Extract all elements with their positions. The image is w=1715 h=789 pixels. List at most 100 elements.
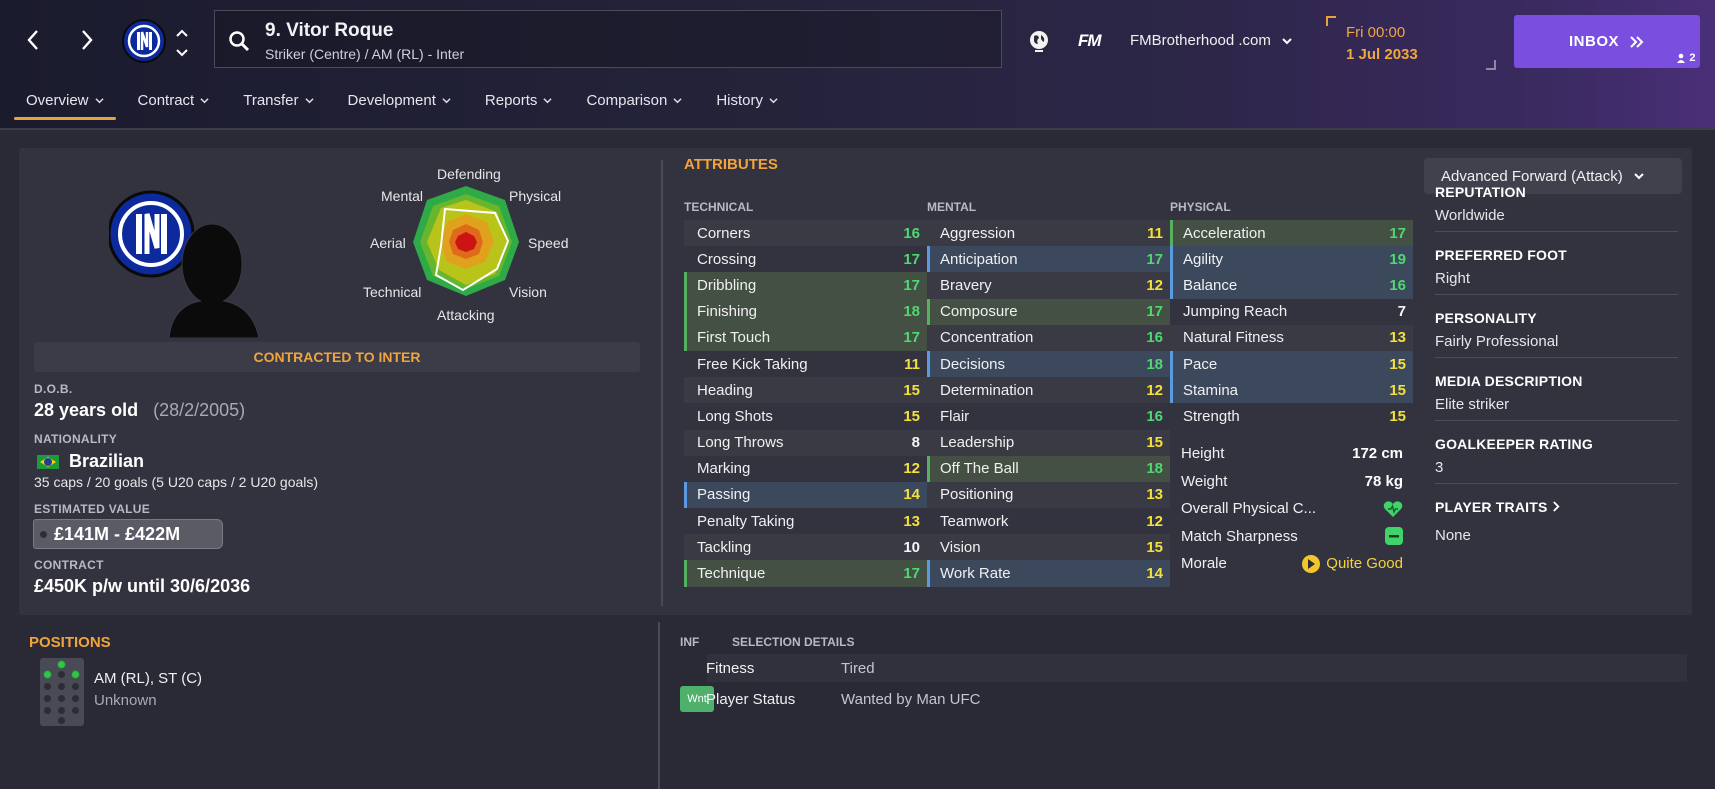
- attribute-name: Decisions: [940, 355, 1006, 373]
- attribute-name: Technique: [697, 565, 766, 583]
- attribute-row-flair[interactable]: Flair 16: [927, 403, 1170, 429]
- date-day: 1 Jul 2033: [1346, 46, 1418, 63]
- attribute-row-finishing[interactable]: Finishing 18: [684, 298, 927, 325]
- attribute-value: 10: [903, 538, 920, 556]
- morale-row[interactable]: Morale Quite Good: [1169, 550, 1412, 578]
- attribute-row-tackling[interactable]: Tackling 10: [684, 534, 927, 560]
- inbox-button[interactable]: INBOX 2: [1514, 15, 1700, 68]
- search-icon[interactable]: [227, 29, 251, 53]
- attribute-value: 15: [1146, 538, 1163, 556]
- attribute-row-off-the-ball[interactable]: Off The Ball 18: [927, 455, 1170, 482]
- profile-dropdown[interactable]: FMBrotherhood .com: [1130, 32, 1293, 49]
- attribute-value: 11: [1147, 224, 1163, 242]
- tab-history[interactable]: History: [704, 86, 790, 120]
- tab-transfer[interactable]: Transfer: [231, 86, 325, 120]
- attribute-row-agility[interactable]: Agility 19: [1170, 246, 1413, 273]
- tab-reports[interactable]: Reports: [473, 86, 565, 120]
- attribute-row-strength[interactable]: Strength 15: [1170, 403, 1413, 429]
- radar-label-physical: Physical: [509, 188, 562, 204]
- player-position: Striker (Centre) / AM (RL) - Inter: [265, 46, 465, 62]
- attribute-row-aggression[interactable]: Aggression 11: [927, 220, 1170, 246]
- player-switch-icon[interactable]: [172, 26, 192, 60]
- chevron-down-icon: [442, 98, 451, 104]
- attribute-value: 15: [1146, 434, 1163, 452]
- attribute-row-long-shots[interactable]: Long Shots 15: [684, 403, 927, 429]
- attribute-value: 12: [903, 460, 920, 478]
- player-status-value: Wanted by Man UFC: [841, 691, 981, 708]
- sharpness-row[interactable]: Match Sharpness: [1169, 523, 1412, 551]
- attribute-radar-chart[interactable]: Defending Physical Speed Vision Attackin…: [359, 162, 609, 332]
- attribute-row-teamwork[interactable]: Teamwork 12: [927, 508, 1170, 534]
- inbox-label: INBOX: [1568, 33, 1619, 50]
- globe-icon[interactable]: [1026, 28, 1052, 54]
- attribute-row-dribbling[interactable]: Dribbling 17: [684, 272, 927, 299]
- attribute-row-positioning[interactable]: Positioning 13: [927, 482, 1170, 508]
- attribute-row-composure[interactable]: Composure 17: [927, 298, 1170, 325]
- tab-development[interactable]: Development: [336, 86, 463, 120]
- attribute-row-stamina[interactable]: Stamina 15: [1170, 377, 1413, 404]
- attribute-row-bravery[interactable]: Bravery 12: [927, 272, 1170, 298]
- attribute-row-first-touch[interactable]: First Touch 17: [684, 324, 927, 351]
- attribute-name: Tackling: [697, 538, 752, 556]
- attribute-row-corners[interactable]: Corners 16: [684, 220, 927, 246]
- attribute-row-long-throws[interactable]: Long Throws 8: [684, 430, 927, 456]
- condition-row[interactable]: Overall Physical C...: [1169, 495, 1412, 523]
- attribute-value: 17: [1146, 250, 1163, 268]
- tab-comparison[interactable]: Comparison: [574, 86, 694, 120]
- attribute-row-technique[interactable]: Technique 17: [684, 560, 927, 587]
- position-pitch-icon[interactable]: [40, 658, 84, 726]
- nationality-value[interactable]: Brazilian: [37, 451, 144, 472]
- reputation-block: REPUTATION Worldwide: [1435, 184, 1678, 232]
- radar-label-mental: Mental: [381, 188, 424, 204]
- attribute-row-determination[interactable]: Determination 12: [927, 377, 1170, 403]
- attribute-row-vision[interactable]: Vision 15: [927, 534, 1170, 560]
- attribute-row-work-rate[interactable]: Work Rate 14: [927, 560, 1170, 587]
- attribute-name: Pace: [1183, 355, 1218, 373]
- brazil-flag-icon: [37, 455, 59, 470]
- attribute-row-heading[interactable]: Heading 15: [684, 377, 927, 403]
- player-traits-link[interactable]: PLAYER TRAITS: [1435, 499, 1678, 515]
- attribute-row-free-kick-taking[interactable]: Free Kick Taking 11: [684, 351, 927, 377]
- game-date[interactable]: Fri 00:00 1 Jul 2033: [1326, 16, 1496, 70]
- attribute-row-pace[interactable]: Pace 15: [1170, 350, 1413, 378]
- attribute-row-passing[interactable]: Passing 14: [684, 481, 927, 509]
- back-arrow-icon[interactable]: [20, 22, 46, 58]
- attribute-row-leadership[interactable]: Leadership 15: [927, 430, 1170, 456]
- attribute-row-acceleration[interactable]: Acceleration 17: [1170, 220, 1413, 247]
- inf-header: INF: [680, 635, 700, 649]
- goalkeeper-rating-value: 3: [1435, 459, 1444, 476]
- personality-value: Fairly Professional: [1435, 333, 1559, 350]
- player-traits-value: None: [1435, 527, 1471, 544]
- attribute-row-concentration[interactable]: Concentration 16: [927, 325, 1170, 351]
- attribute-value: 17: [903, 565, 920, 583]
- attribute-row-balance[interactable]: Balance 16: [1170, 272, 1413, 299]
- attribute-name: Bravery: [940, 276, 992, 294]
- attribute-name: Balance: [1183, 276, 1238, 294]
- player-search-box[interactable]: 9. Vitor Roque Striker (Centre) / AM (RL…: [214, 10, 1002, 68]
- weight-value: 78 kg: [1364, 472, 1403, 490]
- selection-details-header: SELECTION DETAILS: [732, 635, 855, 649]
- tab-overview[interactable]: Overview: [14, 86, 116, 120]
- attribute-value: 12: [1146, 276, 1163, 294]
- attribute-name: Free Kick Taking: [697, 355, 808, 373]
- attributes-title: ATTRIBUTES: [684, 156, 778, 173]
- attribute-row-crossing[interactable]: Crossing 17: [684, 246, 927, 272]
- date-time: Fri 00:00: [1346, 24, 1406, 41]
- user-icon: [1677, 53, 1686, 63]
- attribute-row-anticipation[interactable]: Anticipation 17: [927, 246, 1170, 273]
- attribute-name: Corners: [697, 224, 751, 242]
- attribute-row-marking[interactable]: Marking 12: [684, 456, 927, 482]
- attribute-row-penalty-taking[interactable]: Penalty Taking 13: [684, 508, 927, 534]
- attribute-value: 13: [1389, 329, 1406, 347]
- attribute-value: 16: [1146, 329, 1163, 347]
- attribute-row-decisions[interactable]: Decisions 18: [927, 350, 1170, 378]
- chevron-down-icon: [94, 98, 104, 104]
- attribute-name: Aggression: [940, 224, 1016, 242]
- forward-arrow-icon[interactable]: [74, 22, 100, 58]
- tab-contract[interactable]: Contract: [126, 86, 222, 120]
- double-chevron-right-icon: [1630, 35, 1644, 48]
- attribute-row-jumping-reach[interactable]: Jumping Reach 7: [1170, 299, 1413, 325]
- attribute-row-natural-fitness[interactable]: Natural Fitness 13: [1170, 325, 1413, 351]
- chevron-down-icon: [304, 98, 314, 104]
- club-badge-icon[interactable]: [122, 19, 166, 63]
